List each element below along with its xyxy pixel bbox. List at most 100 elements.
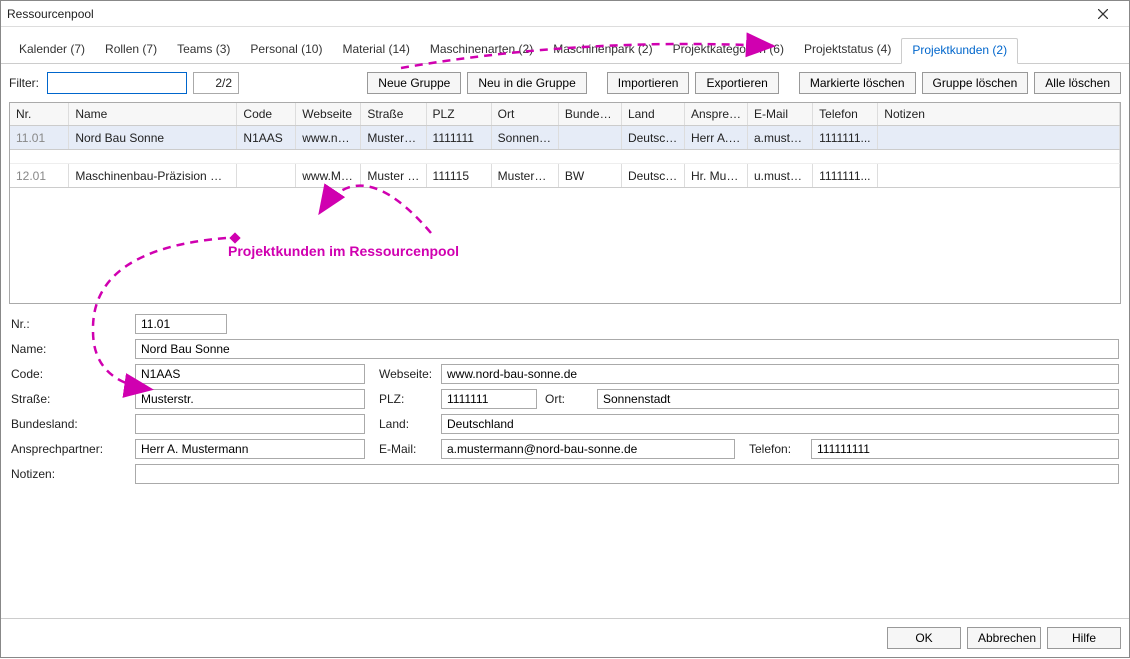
cell-plz: 1111111 — [426, 126, 491, 150]
cancel-button[interactable]: Abbrechen — [967, 627, 1041, 649]
cell-bl: BW — [558, 164, 621, 188]
label-land: Land: — [373, 417, 433, 431]
cell-code — [237, 164, 296, 188]
col-header[interactable]: Code — [237, 103, 296, 126]
col-header[interactable]: Ansprec... — [684, 103, 747, 126]
help-button[interactable]: Hilfe — [1047, 627, 1121, 649]
field-plz[interactable] — [441, 389, 537, 409]
field-name[interactable] — [135, 339, 1119, 359]
tab-teams-3-[interactable]: Teams (3) — [167, 38, 240, 64]
window: Ressourcenpool Kalender (7)Rollen (7)Tea… — [0, 0, 1130, 658]
row-count: 2/2 — [193, 72, 239, 94]
label-notizen: Notizen: — [11, 467, 127, 481]
col-header[interactable]: Bundesl... — [558, 103, 621, 126]
cell-email: u.muster... — [748, 164, 813, 188]
new-group-button[interactable]: Neue Gruppe — [367, 72, 461, 94]
label-tel: Telefon: — [743, 442, 803, 456]
cell-nr: 12.01 — [10, 164, 69, 188]
tab-maschinenpark-2-[interactable]: Maschinenpark (2) — [543, 38, 662, 64]
label-plz: PLZ: — [373, 392, 433, 406]
cell-tel: 1111111... — [813, 164, 878, 188]
cell-name: Nord Bau Sonne — [69, 126, 237, 150]
cell-ort: Sonnens... — [491, 126, 558, 150]
col-header[interactable]: E-Mail — [748, 103, 813, 126]
tab-kalender-7-[interactable]: Kalender (7) — [9, 38, 95, 64]
delete-all-button[interactable]: Alle löschen — [1034, 72, 1121, 94]
tab-rollen-7-[interactable]: Rollen (7) — [95, 38, 167, 64]
cell-notizen — [878, 126, 1120, 150]
field-land[interactable] — [441, 414, 1119, 434]
field-tel[interactable] — [811, 439, 1119, 459]
label-name: Name: — [11, 342, 127, 356]
tab-personal-10-[interactable]: Personal (10) — [240, 38, 332, 64]
dialog-footer: OK Abbrechen Hilfe — [1, 618, 1129, 657]
cell-ansp: Hr. Must... — [684, 164, 747, 188]
cell-web: www.Mu... — [296, 164, 361, 188]
detail-form: Nr.: Name: Code: Webseite: Straße: PLZ: … — [1, 304, 1129, 489]
cell-code: N1AAS — [237, 126, 296, 150]
annotation-text: Projektkunden im Ressourcenpool — [228, 243, 459, 259]
cell-name: Maschinenbau-Präzision GmbH — [69, 164, 237, 188]
cell-nr: 11.01 — [10, 126, 69, 150]
window-title: Ressourcenpool — [7, 7, 1083, 21]
field-ort[interactable] — [597, 389, 1119, 409]
field-notizen[interactable] — [135, 464, 1119, 484]
cell-ort: Musterst... — [491, 164, 558, 188]
field-ansp[interactable] — [135, 439, 365, 459]
col-header[interactable]: Notizen — [878, 103, 1120, 126]
label-bl: Bundesland: — [11, 417, 127, 431]
cell-tel: 1111111... — [813, 126, 878, 150]
label-str: Straße: — [11, 392, 127, 406]
col-header[interactable]: Straße — [361, 103, 426, 126]
col-header[interactable]: Webseite — [296, 103, 361, 126]
import-button[interactable]: Importieren — [607, 72, 690, 94]
tab-maschinenarten-2-[interactable]: Maschinenarten (2) — [420, 38, 543, 64]
cell-notizen — [878, 164, 1120, 188]
delete-group-button[interactable]: Gruppe löschen — [922, 72, 1029, 94]
cell-web: www.nor... — [296, 126, 361, 150]
data-grid[interactable]: Nr.NameCodeWebseiteStraßePLZOrtBundesl..… — [9, 102, 1121, 304]
col-header[interactable]: Land — [621, 103, 684, 126]
delete-marked-button[interactable]: Markierte löschen — [799, 72, 916, 94]
col-header[interactable]: Name — [69, 103, 237, 126]
tab-projektkategorien-6-[interactable]: Projektkategorien (6) — [663, 38, 794, 64]
toolbar: Filter: 2/2 Neue Gruppe Neu in die Grupp… — [1, 64, 1129, 102]
field-nr[interactable] — [135, 314, 227, 334]
col-header[interactable]: PLZ — [426, 103, 491, 126]
filter-label: Filter: — [9, 76, 39, 90]
field-str[interactable] — [135, 389, 365, 409]
close-button[interactable] — [1083, 3, 1123, 25]
tab-material-14-[interactable]: Material (14) — [332, 38, 419, 64]
cell-str: Musterstr. — [361, 126, 426, 150]
field-web[interactable] — [441, 364, 1119, 384]
new-in-group-button[interactable]: Neu in die Gruppe — [467, 72, 586, 94]
label-nr: Nr.: — [11, 317, 127, 331]
table-row[interactable]: 12.01Maschinenbau-Präzision GmbH www.Mu..… — [10, 164, 1120, 188]
field-email[interactable] — [441, 439, 735, 459]
export-button[interactable]: Exportieren — [695, 72, 778, 94]
cell-email: a.muster... — [748, 126, 813, 150]
filter-input[interactable] — [47, 72, 187, 94]
cell-land: Deutschl... — [621, 126, 684, 150]
cell-ansp: Herr A. ... — [684, 126, 747, 150]
col-header[interactable]: Telefon — [813, 103, 878, 126]
titlebar: Ressourcenpool — [1, 1, 1129, 27]
label-ort: Ort: — [545, 392, 589, 406]
label-code: Code: — [11, 367, 127, 381]
cell-bl — [558, 126, 621, 150]
tabstrip: Kalender (7)Rollen (7)Teams (3)Personal … — [1, 31, 1129, 64]
label-ansp: Ansprechpartner: — [11, 442, 127, 456]
tab-projektstatus-4-[interactable]: Projektstatus (4) — [794, 38, 901, 64]
ok-button[interactable]: OK — [887, 627, 961, 649]
close-icon — [1098, 9, 1108, 19]
table-row[interactable]: 11.01Nord Bau SonneN1AASwww.nor...Muster… — [10, 126, 1120, 150]
col-header[interactable]: Nr. — [10, 103, 69, 126]
field-code[interactable] — [135, 364, 365, 384]
label-email: E-Mail: — [373, 442, 433, 456]
tab-projektkunden-2-[interactable]: Projektkunden (2) — [901, 38, 1018, 64]
col-header[interactable]: Ort — [491, 103, 558, 126]
field-bl[interactable] — [135, 414, 365, 434]
label-web: Webseite: — [373, 367, 433, 381]
cell-str: Muster S... — [361, 164, 426, 188]
cell-plz: 111115 — [426, 164, 491, 188]
